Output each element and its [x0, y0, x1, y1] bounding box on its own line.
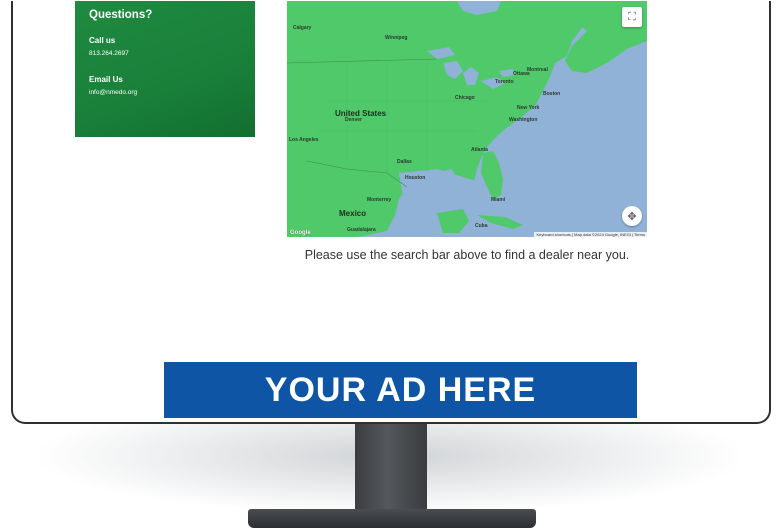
monitor-stand-neck: [355, 424, 427, 514]
map-label-montreal: Montreal: [527, 67, 548, 73]
map-label-winnipeg: Winnipeg: [385, 35, 408, 41]
map-label-washington: Washington: [509, 117, 538, 123]
map-label-mexico: Mexico: [339, 209, 367, 218]
map-attribution[interactable]: Keyboard shortcuts | Map data ©2024 Goog…: [534, 232, 647, 237]
map-label-los-angeles: Los Angeles: [289, 137, 319, 143]
map-label-miami: Miami: [491, 197, 506, 203]
dealer-map[interactable]: United States Mexico Cuba Calgary Winnip…: [287, 1, 647, 237]
map-label-toronto: Toronto: [495, 79, 514, 85]
map-label-denver: Denver: [345, 117, 362, 123]
fullscreen-icon: ⛶: [628, 10, 636, 23]
map-label-atlanta: Atlanta: [471, 147, 488, 153]
map-canvas[interactable]: [287, 1, 647, 237]
contact-title: Questions?: [89, 9, 153, 21]
map-footer: Google Keyboard shortcuts | Map data ©20…: [287, 229, 647, 237]
ad-banner[interactable]: YOUR AD HERE: [164, 362, 637, 418]
locate-button[interactable]: ✥: [622, 206, 642, 226]
fullscreen-button[interactable]: ⛶: [622, 7, 642, 27]
monitor-stand-base: [248, 509, 536, 528]
map-label-dallas: Dallas: [397, 159, 412, 165]
email-label: Email Us: [89, 75, 123, 84]
map-label-boston: Boston: [543, 91, 561, 97]
map-label-houston: Houston: [405, 175, 426, 181]
map-label-calgary: Calgary: [293, 25, 312, 31]
locate-icon: ✥: [627, 210, 637, 223]
dealer-helper-text: Please use the search bar above to find …: [304, 248, 630, 262]
call-label: Call us: [89, 36, 116, 45]
map-label-monterrey: Monterrey: [367, 197, 392, 203]
map-label-ottawa: Ottawa: [513, 71, 530, 77]
map-label-new-york: New York: [517, 105, 540, 111]
email-link[interactable]: info@nmedo.org: [89, 89, 241, 96]
map-label-chicago: Chicago: [455, 95, 475, 101]
google-logo: Google: [290, 230, 311, 236]
phone-link[interactable]: 813.264.2697: [89, 50, 241, 57]
contact-card: Questions? Call us 813.264.2697 Email Us…: [75, 1, 255, 137]
monitor-screen: Questions? Call us 813.264.2697 Email Us…: [11, 1, 771, 424]
